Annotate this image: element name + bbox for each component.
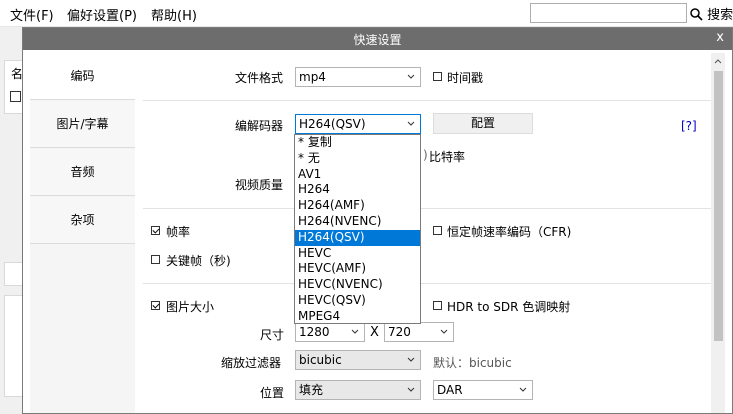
- dialog-scrollbar[interactable]: [711, 53, 725, 413]
- cfr-label: 恒定帧速率编码（CFR): [447, 225, 572, 239]
- codec-option[interactable]: * 复制: [295, 135, 420, 151]
- divider: [143, 283, 713, 284]
- timestamp-label: 时间戳: [447, 71, 484, 85]
- divider: [143, 208, 713, 209]
- position-select[interactable]: 填充: [295, 380, 421, 400]
- dar-value: DAR: [437, 383, 463, 397]
- codec-option[interactable]: HEVC(AMF): [295, 261, 420, 277]
- dar-select[interactable]: DAR: [433, 380, 533, 400]
- bitrate-radio[interactable]: ): [423, 148, 428, 162]
- codec-option[interactable]: AV1: [295, 167, 420, 183]
- keyframe-checkbox[interactable]: [151, 255, 160, 264]
- scale-filter-label: 缩放过滤器: [221, 356, 282, 370]
- height-select[interactable]: 720: [384, 322, 454, 342]
- scale-filter-value: bicubic: [299, 353, 342, 367]
- search-icon: [690, 8, 703, 21]
- menu-preferences[interactable]: 偏好设置(P): [67, 5, 137, 24]
- background-panel-fragment-2: [4, 295, 24, 397]
- codec-option[interactable]: HEVC(QSV): [295, 293, 420, 309]
- width-select[interactable]: 1280: [295, 322, 365, 342]
- timestamp-checkbox[interactable]: [433, 72, 442, 81]
- dialog-title: 快速设置: [353, 33, 402, 47]
- codec-select[interactable]: H264(QSV): [295, 114, 421, 134]
- keyframe-label: 关键帧（秒): [166, 254, 231, 268]
- file-format-select[interactable]: mp4: [295, 67, 421, 87]
- nav-item-audio[interactable]: 音频: [30, 149, 135, 196]
- bitrate-label: 比特率: [429, 150, 466, 164]
- close-button[interactable]: x: [716, 30, 724, 45]
- settings-nav: 编码 图片/字幕 音频 杂项: [30, 53, 135, 413]
- position-label: 位置: [260, 386, 285, 400]
- cfr-checkbox[interactable]: [433, 226, 442, 235]
- size-separator: X: [370, 325, 379, 340]
- codec-option[interactable]: * 无: [295, 151, 420, 167]
- codec-option[interactable]: HEVC: [295, 246, 420, 262]
- chevron-down-icon: [407, 74, 415, 79]
- nav-item-picture-subtitle[interactable]: 图片/字幕: [30, 101, 135, 148]
- picture-size-label: 图片大小: [166, 300, 215, 314]
- video-quality-label: 视频质量: [235, 178, 284, 192]
- scrollbar-thumb[interactable]: [714, 71, 723, 341]
- background-checkbox[interactable]: [10, 91, 21, 102]
- chevron-down-icon: [407, 357, 415, 362]
- chevron-down-icon: [351, 329, 359, 334]
- scale-filter-default: 默认：bicubic: [433, 356, 512, 370]
- width-value: 1280: [299, 325, 330, 339]
- search-label: 搜索: [707, 8, 733, 23]
- divider: [143, 100, 713, 101]
- framerate-label: 帧率: [166, 225, 191, 239]
- codec-option[interactable]: H264(NVENC): [295, 214, 420, 230]
- codec-option[interactable]: H264: [295, 182, 420, 198]
- dialog-titlebar: 快速设置 x: [23, 28, 732, 50]
- nav-item-encoding[interactable]: 编码: [30, 53, 135, 100]
- codec-option[interactable]: MPEG4: [295, 309, 420, 325]
- help-link[interactable]: [?]: [681, 119, 697, 133]
- chevron-down-icon: [407, 387, 415, 392]
- codec-label: 编解码器: [235, 119, 284, 133]
- file-format-value: mp4: [299, 70, 326, 84]
- hdr-label: HDR to SDR 色调映射: [447, 300, 571, 314]
- scroll-up-icon[interactable]: [714, 58, 722, 64]
- background-list-panel: 名: [4, 60, 24, 114]
- config-button[interactable]: 配置: [433, 113, 533, 134]
- chevron-down-icon: [407, 121, 415, 126]
- search-input[interactable]: [530, 3, 687, 23]
- codec-value: H264(QSV): [299, 117, 366, 131]
- main-menubar: 文件(F) 偏好设置(P) 帮助(H) 搜索: [0, 0, 733, 27]
- position-value: 填充: [299, 383, 324, 397]
- codec-dropdown-list: * 复制 * 无 AV1 H264 H264(AMF) H264(NVENC) H264(Q…: [294, 134, 421, 324]
- picture-size-checkbox[interactable]: [151, 301, 160, 310]
- scale-filter-select[interactable]: bicubic: [295, 350, 421, 370]
- file-format-label: 文件格式: [235, 71, 284, 85]
- codec-option[interactable]: H264(QSV): [295, 229, 420, 246]
- hdr-checkbox[interactable]: [433, 301, 442, 310]
- menu-file[interactable]: 文件(F): [10, 5, 54, 24]
- height-value: 720: [388, 325, 411, 339]
- framerate-checkbox[interactable]: [151, 226, 160, 235]
- search-button[interactable]: 搜索: [690, 4, 733, 23]
- background-panel-fragment: [4, 262, 24, 286]
- chevron-down-icon: [519, 387, 527, 392]
- menu-help[interactable]: 帮助(H): [151, 5, 197, 24]
- codec-option[interactable]: H264(AMF): [295, 198, 420, 214]
- size-label: 尺寸: [260, 328, 285, 342]
- nav-item-misc[interactable]: 杂项: [30, 197, 135, 244]
- chevron-down-icon: [440, 329, 448, 334]
- codec-option[interactable]: HEVC(NVENC): [295, 277, 420, 293]
